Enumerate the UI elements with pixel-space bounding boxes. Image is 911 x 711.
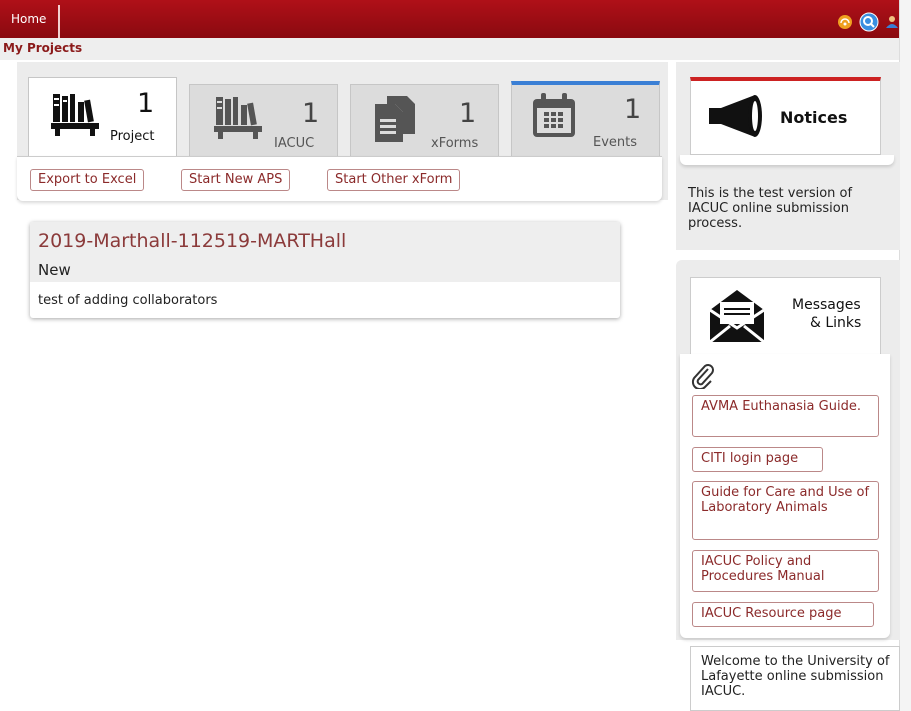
link-citi-login[interactable]: CITI login page — [692, 447, 823, 472]
notice-text: This is the test version of IACUC online… — [688, 186, 853, 231]
tab-xforms-label: xForms — [431, 136, 479, 151]
tab-events-label: Events — [593, 135, 638, 150]
events-count: 1 — [624, 94, 642, 125]
export-excel-button[interactable]: Export to Excel — [30, 169, 145, 191]
project-status: New — [38, 261, 71, 279]
calendar-icon — [532, 93, 576, 143]
messages-tab[interactable]: Messages & Links — [690, 277, 881, 355]
notices-tab[interactable]: Notices — [690, 77, 881, 155]
welcome-line-2: Lafayette online submission — [701, 669, 884, 684]
toolbar: Export to Excel Start New APS Start Othe… — [17, 156, 662, 201]
tab-xforms[interactable]: 1 xForms — [350, 84, 499, 157]
megaphone-icon — [707, 93, 767, 143]
link-guide-care-use[interactable]: Guide for Care and Use of Laboratory Ani… — [692, 481, 879, 540]
messages-title-line2: & Links — [810, 315, 862, 331]
tab-iacuc[interactable]: 1 IACUC — [189, 84, 338, 157]
project-name-link[interactable]: 2019-Marthall-112519-MARTHall — [38, 230, 346, 252]
start-other-xform-button[interactable]: Start Other xForm — [327, 169, 461, 191]
signal-icon[interactable] — [837, 14, 853, 34]
link-iacuc-policy[interactable]: IACUC Policy and Procedures Manual — [692, 550, 879, 592]
top-nav-bar: Home — [0, 0, 911, 38]
iacuc-count: 1 — [302, 98, 320, 129]
page-scrollbar[interactable] — [899, 0, 911, 711]
bookshelf-icon — [214, 95, 264, 145]
link-avma-euthanasia[interactable]: AVMA Euthanasia Guide. — [692, 395, 879, 437]
bookshelf-icon — [51, 92, 101, 142]
notices-divider — [680, 155, 894, 165]
messages-title-line1: Messages — [792, 297, 861, 313]
link-iacuc-resource[interactable]: IACUC Resource page — [692, 602, 874, 627]
documents-icon — [373, 94, 417, 148]
welcome-line-1: Welcome to the University of — [701, 654, 890, 669]
project-card[interactable]: 2019-Marthall-112519-MARTHall New test o… — [30, 222, 620, 318]
paperclip-icon — [691, 363, 715, 393]
search-icon[interactable] — [859, 12, 879, 36]
tab-project[interactable]: 1 Project — [28, 77, 177, 157]
breadcrumb-bar: My Projects — [0, 38, 900, 60]
notices-title: Notices — [780, 108, 848, 127]
top-icons — [837, 12, 899, 36]
start-new-aps-button[interactable]: Start New APS — [181, 169, 291, 191]
user-icon[interactable] — [885, 15, 899, 33]
tab-iacuc-label: IACUC — [274, 136, 315, 151]
tab-project-label: Project — [110, 129, 155, 144]
page-title: My Projects — [3, 41, 83, 55]
project-count: 1 — [137, 88, 155, 119]
envelope-icon — [708, 288, 766, 348]
welcome-line-3: IACUC. — [701, 684, 746, 699]
tab-events[interactable]: 1 Events — [511, 81, 660, 157]
project-description: test of adding collaborators — [38, 293, 218, 308]
xforms-count: 1 — [459, 98, 477, 129]
home-tab[interactable]: Home — [0, 5, 61, 38]
welcome-message: Welcome to the University of Lafayette o… — [690, 646, 900, 711]
project-card-header: 2019-Marthall-112519-MARTHall New — [30, 222, 620, 282]
